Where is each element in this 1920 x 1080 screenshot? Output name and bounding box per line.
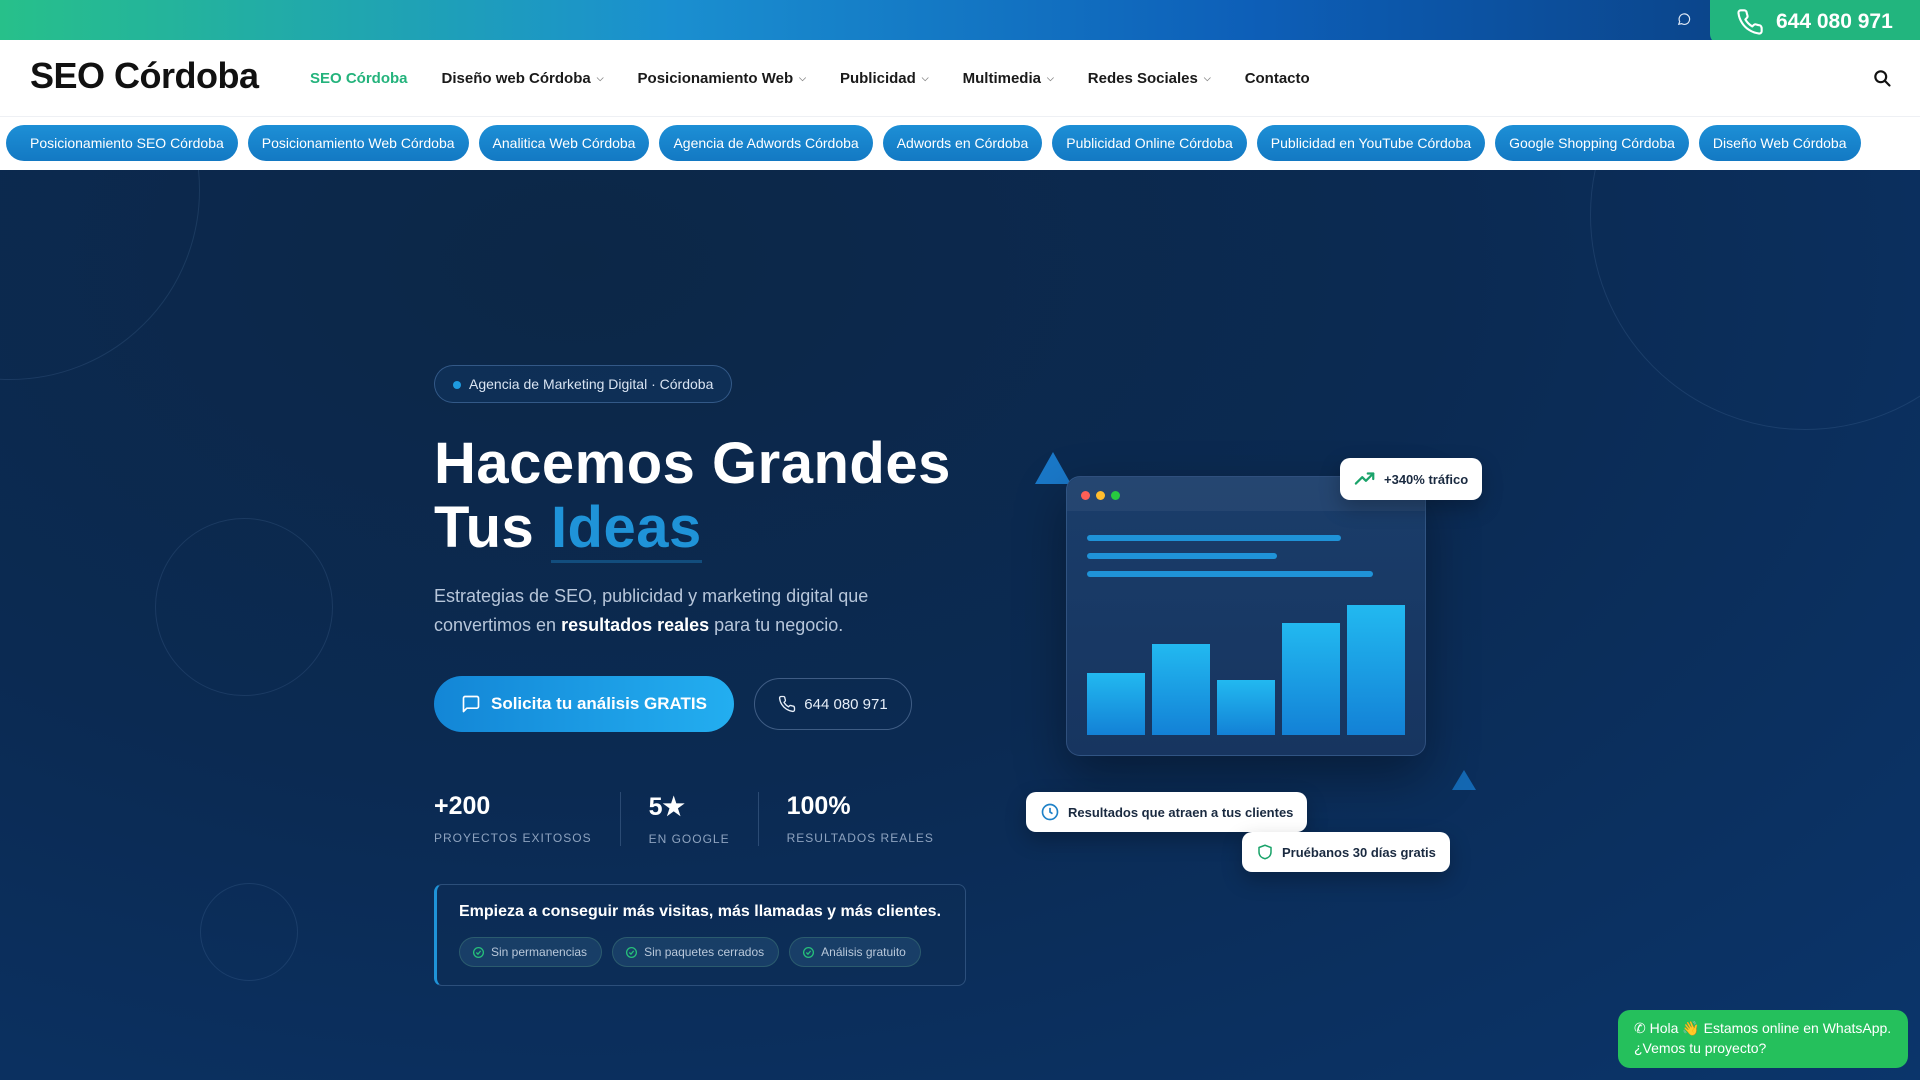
check-circle-icon: [472, 946, 485, 958]
main-nav: SEO Córdoba SEO Córdoba Diseño web Córdo…: [0, 40, 1920, 116]
nav-item-multimedia[interactable]: Multimedia ⌵: [963, 70, 1054, 87]
dashboard-mockup: [1066, 476, 1426, 756]
decor-triangle: [1035, 452, 1071, 484]
hero-lead: Estrategias de SEO, publicidad y marketi…: [434, 586, 869, 635]
chevron-down-icon: ⌵: [1046, 72, 1054, 83]
nav-item-diseno-web[interactable]: Diseño web Córdoba ⌵: [442, 70, 604, 87]
tag-link[interactable]: Diseño Web Córdoba: [1698, 125, 1861, 161]
mock-bar: [1217, 680, 1275, 735]
chevron-down-icon: ⌵: [921, 72, 929, 83]
hero-title: Hacemos Grandes Tus Ideas: [434, 432, 951, 563]
tag-link[interactable]: Posicionamiento SEO Córdoba: [6, 125, 238, 161]
stat-projects: +200 PROYECTOS EXITOSOS: [434, 792, 621, 846]
benefits-box: Empieza a conseguir más visitas, más lla…: [434, 884, 966, 986]
tag-link[interactable]: Analitica Web Córdoba: [478, 125, 650, 161]
phone-icon: [779, 695, 796, 713]
hero-section: Agencia de Marketing Digital · Córdoba H…: [0, 170, 1920, 1080]
benefit-chip: Sin paquetes cerrados: [612, 937, 780, 967]
tag-link[interactable]: Google Shopping Córdoba: [1495, 125, 1689, 161]
tag-link[interactable]: Publicidad en YouTube Córdoba: [1256, 125, 1486, 161]
mock-bar: [1087, 673, 1145, 735]
decor-circle: [0, 170, 200, 380]
decor-circle: [155, 518, 333, 696]
mock-text-line: [1087, 535, 1341, 541]
traffic-badge: +340% tráfico: [1340, 458, 1483, 500]
tag-link[interactable]: Adwords en Córdoba: [882, 125, 1043, 161]
clock-icon: [1041, 803, 1059, 821]
chevron-down-icon: ⌵: [799, 72, 806, 83]
request-analysis-button[interactable]: Solicita tu análisis GRATIS: [434, 676, 734, 732]
results-badge: Resultados que atraen a tus clientes: [1026, 792, 1308, 832]
whatsapp-line1: ✆ Hola 👋 Estamos online en WhatsApp.: [1634, 1020, 1892, 1036]
tag-strip: Posicionamiento SEO Córdoba Posicionamie…: [0, 116, 1920, 170]
call-button[interactable]: 644 080 971: [754, 678, 912, 730]
nav-item-seo-cordoba[interactable]: SEO Córdoba: [310, 70, 408, 87]
phone-number: 644 080 971: [1776, 10, 1893, 33]
check-circle-icon: [626, 946, 638, 958]
nav-item-posicionamiento-web[interactable]: Posicionamiento Web ⌵: [638, 70, 806, 87]
check-circle-icon: [803, 946, 815, 958]
shield-icon: [1258, 844, 1272, 860]
search-icon[interactable]: [1872, 68, 1892, 88]
chevron-down-icon: ⌵: [596, 72, 604, 83]
tag-link[interactable]: Publicidad Online Córdoba: [1052, 125, 1247, 161]
whatsapp-icon[interactable]: [1676, 12, 1692, 28]
chat-icon: [462, 695, 480, 713]
chevron-down-icon: ⌵: [1203, 72, 1211, 83]
title-accent: Ideas: [550, 495, 702, 563]
tag-link[interactable]: Posicionamiento Web Córdoba: [247, 125, 469, 161]
benefits-title: Empieza a conseguir más visitas, más lla…: [459, 903, 942, 920]
whatsapp-line2: ¿Vemos tu proyecto?: [1634, 1040, 1767, 1056]
trending-up-icon: [1354, 472, 1375, 485]
phone-button[interactable]: 644 080 971: [1710, 0, 1920, 44]
nav-menu: SEO Córdoba Diseño web Córdoba ⌵ Posicion…: [310, 40, 1310, 116]
nav-item-publicidad[interactable]: Publicidad ⌵: [840, 70, 929, 87]
window-dots: [1081, 491, 1120, 500]
whatsapp-icon: ✆: [1634, 1020, 1646, 1036]
decor-triangle: [1452, 770, 1476, 790]
decor-circle: [200, 883, 298, 981]
mock-text-line: [1087, 553, 1277, 559]
stats-row: +200 PROYECTOS EXITOSOS 5★ EN GOOGLE 100…: [434, 792, 990, 846]
phone-icon: [1737, 9, 1763, 35]
top-bar: 644 080 971: [0, 0, 1920, 44]
benefit-chip: Análisis gratuito: [789, 937, 921, 967]
stat-results: 100% RESULTADOS REALES: [786, 792, 934, 845]
hero-badge: Agencia de Marketing Digital · Córdoba: [434, 365, 733, 403]
benefit-chip: Sin permanencias: [459, 937, 603, 967]
tag-link[interactable]: Agencia de Adwords Córdoba: [659, 125, 873, 161]
mock-bar: [1282, 623, 1340, 735]
mock-bar: [1152, 644, 1210, 735]
status-dot: [453, 381, 461, 389]
trial-badge: Pruébanos 30 días gratis: [1242, 832, 1450, 872]
whatsapp-chat-bubble[interactable]: ✆ Hola 👋 Estamos online en WhatsApp. ¿Ve…: [1618, 1010, 1908, 1068]
nav-item-redes-sociales[interactable]: Redes Sociales ⌵: [1088, 70, 1211, 87]
mock-bar: [1347, 605, 1405, 735]
nav-item-contacto[interactable]: Contacto: [1245, 70, 1310, 87]
site-logo[interactable]: SEO Córdoba: [30, 55, 259, 97]
decor-circle: [1590, 170, 1920, 430]
stat-google: 5★ EN GOOGLE: [649, 792, 759, 846]
mock-text-line: [1087, 571, 1373, 577]
